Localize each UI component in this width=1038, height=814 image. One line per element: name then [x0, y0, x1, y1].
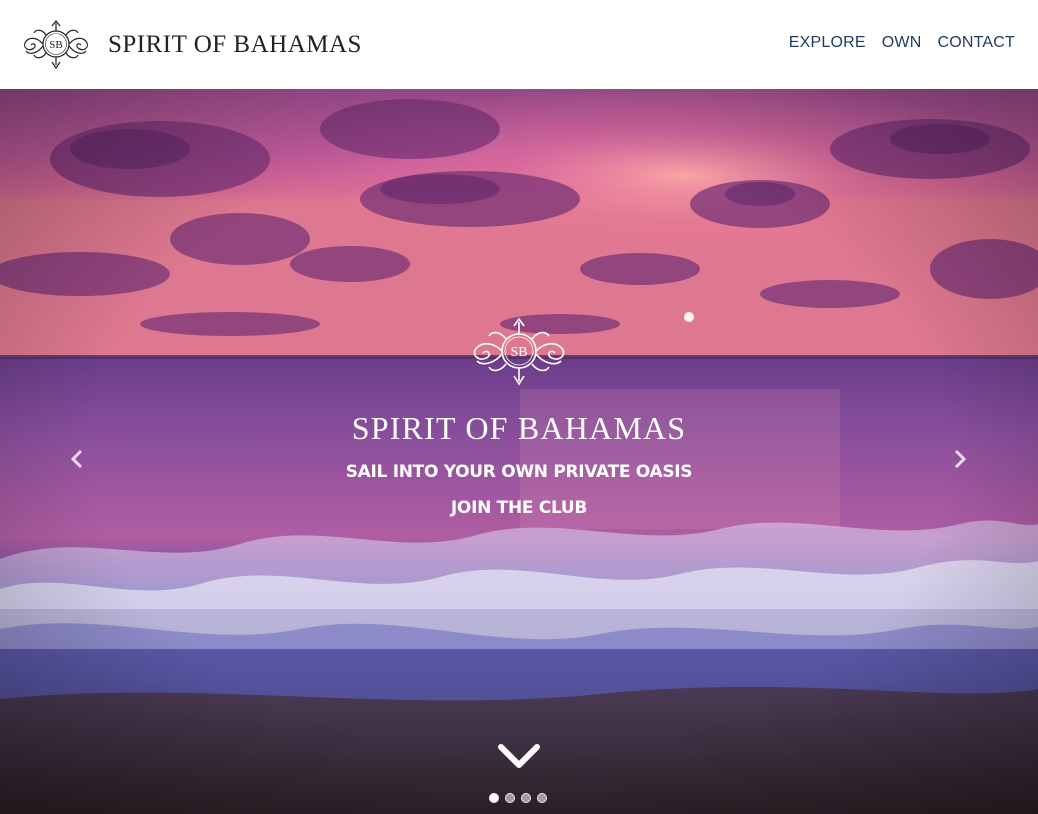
chevron-down-icon[interactable]	[497, 739, 541, 773]
hero-content: SB SPIRIT OF BAHAMAS SAIL INTO YOUR OWN …	[0, 314, 1038, 519]
carousel-indicator-4[interactable]	[537, 793, 547, 803]
hero-sb-monogram-emblem: SB	[473, 317, 565, 386]
brand-name: SPIRIT OF BAHAMAS	[108, 31, 362, 58]
chevron-right-icon	[954, 449, 967, 469]
brand-monogram-text: SB	[49, 39, 62, 51]
hero-title: SPIRIT OF BAHAMAS	[351, 410, 687, 446]
site-header: SB SPIRIT OF BAHAMAS EXPLORE OWN CONTACT	[0, 0, 1038, 89]
carousel-indicator-3[interactable]	[521, 793, 531, 803]
hero-monogram-text: SB	[510, 345, 527, 360]
brand-logo-link[interactable]: SB SPIRIT OF BAHAMAS	[20, 17, 362, 73]
nav-contact[interactable]: CONTACT	[937, 33, 1015, 53]
main-nav: EXPLORE OWN CONTACT	[789, 33, 1015, 53]
join-club-link[interactable]: JOIN THE CLUB	[451, 497, 587, 519]
chevron-left-icon	[70, 449, 83, 469]
carousel-indicator-2[interactable]	[505, 793, 515, 803]
nav-own[interactable]: OWN	[882, 33, 922, 53]
carousel-indicators	[489, 793, 547, 803]
nav-explore[interactable]: EXPLORE	[789, 33, 866, 53]
hero-tagline: SAIL INTO YOUR OWN PRIVATE OASIS	[345, 462, 693, 482]
carousel-prev-button[interactable]	[62, 444, 92, 474]
carousel-indicator-1[interactable]	[489, 793, 499, 803]
sb-monogram-logo: SB	[24, 20, 88, 70]
carousel-next-button[interactable]	[945, 444, 975, 474]
hero-carousel: SB SPIRIT OF BAHAMAS SAIL INTO YOUR OWN …	[0, 89, 1038, 814]
